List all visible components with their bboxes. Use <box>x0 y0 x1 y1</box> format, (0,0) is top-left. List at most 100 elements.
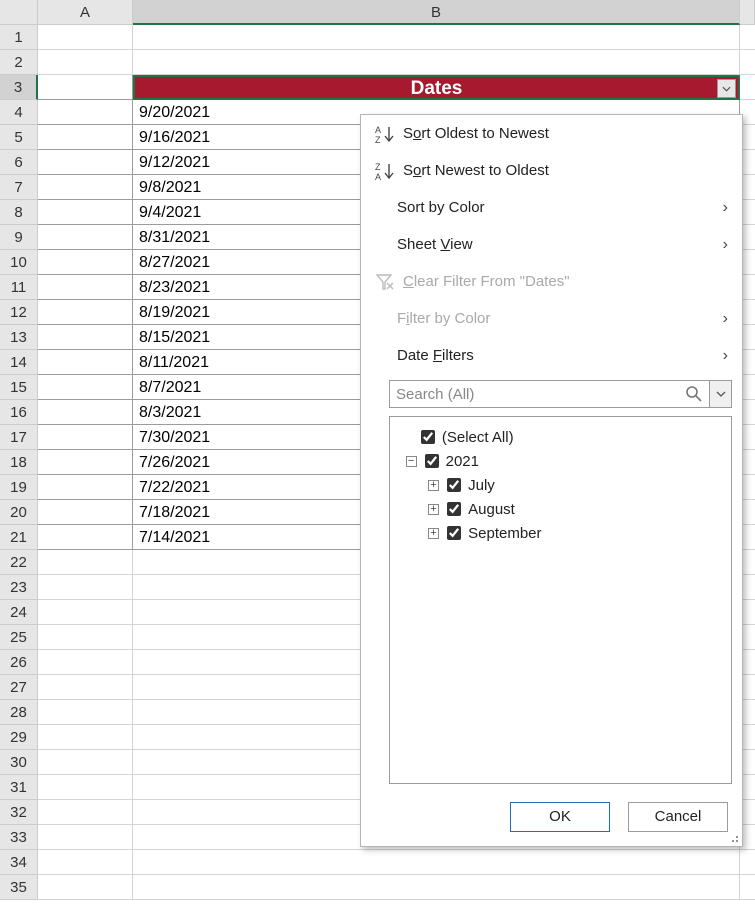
row-header-10[interactable]: 10 <box>0 250 38 275</box>
row-header-28[interactable]: 28 <box>0 700 38 725</box>
resize-grip-icon[interactable] <box>729 833 739 843</box>
cell-A25[interactable] <box>38 625 133 650</box>
month-checkbox[interactable] <box>447 478 461 492</box>
cell-B2[interactable] <box>133 50 740 75</box>
cell-A12[interactable] <box>38 300 133 325</box>
cell-A15[interactable] <box>38 375 133 400</box>
filter-values-tree[interactable]: (Select All) − 2021 +July +August +Septe… <box>389 416 732 784</box>
filter-search-input[interactable]: Search (All) <box>389 380 710 408</box>
expand-icon[interactable]: + <box>428 504 439 515</box>
cell-A24[interactable] <box>38 600 133 625</box>
cell-A3[interactable] <box>38 75 133 100</box>
cell-A32[interactable] <box>38 800 133 825</box>
date-filters[interactable]: Date Filters › <box>361 337 742 374</box>
cell-A19[interactable] <box>38 475 133 500</box>
expand-icon[interactable]: + <box>428 528 439 539</box>
cell-A33[interactable] <box>38 825 133 850</box>
cell-A21[interactable] <box>38 525 133 550</box>
tree-month-september[interactable]: +September <box>396 521 725 545</box>
sort-newest-to-oldest[interactable]: Z A Sort Newest to Oldest <box>361 152 742 189</box>
row-header-26[interactable]: 26 <box>0 650 38 675</box>
col-header-B[interactable]: B <box>133 0 740 25</box>
select-all-checkbox[interactable] <box>421 430 435 444</box>
cell-B34[interactable] <box>133 850 740 875</box>
row-header-2[interactable]: 2 <box>0 50 38 75</box>
select-all-corner[interactable] <box>0 0 38 25</box>
tree-month-july[interactable]: +July <box>396 473 725 497</box>
cell-A17[interactable] <box>38 425 133 450</box>
year-checkbox[interactable] <box>425 454 439 468</box>
cell-A35[interactable] <box>38 875 133 900</box>
row-header-20[interactable]: 20 <box>0 500 38 525</box>
cell-A27[interactable] <box>38 675 133 700</box>
sort-by-color[interactable]: Sort by Color › <box>361 189 742 226</box>
tree-month-august[interactable]: +August <box>396 497 725 521</box>
row-header-11[interactable]: 11 <box>0 275 38 300</box>
cell-A26[interactable] <box>38 650 133 675</box>
cell-A28[interactable] <box>38 700 133 725</box>
cell-A23[interactable] <box>38 575 133 600</box>
row-header-19[interactable]: 19 <box>0 475 38 500</box>
row-header-9[interactable]: 9 <box>0 225 38 250</box>
cell-A20[interactable] <box>38 500 133 525</box>
row-header-16[interactable]: 16 <box>0 400 38 425</box>
month-checkbox[interactable] <box>447 526 461 540</box>
row-header-34[interactable]: 34 <box>0 850 38 875</box>
cell-A13[interactable] <box>38 325 133 350</box>
cell-A7[interactable] <box>38 175 133 200</box>
row-header-8[interactable]: 8 <box>0 200 38 225</box>
cell-A30[interactable] <box>38 750 133 775</box>
row-header-33[interactable]: 33 <box>0 825 38 850</box>
sheet-view[interactable]: Sheet View › <box>361 226 742 263</box>
row-header-5[interactable]: 5 <box>0 125 38 150</box>
cell-A16[interactable] <box>38 400 133 425</box>
row-header-18[interactable]: 18 <box>0 450 38 475</box>
cell-B1[interactable] <box>133 25 740 50</box>
row-header-21[interactable]: 21 <box>0 525 38 550</box>
cell-A1[interactable] <box>38 25 133 50</box>
row-header-25[interactable]: 25 <box>0 625 38 650</box>
col-header-A[interactable]: A <box>38 0 133 25</box>
cell-A5[interactable] <box>38 125 133 150</box>
cell-A9[interactable] <box>38 225 133 250</box>
tree-select-all[interactable]: (Select All) <box>396 425 725 449</box>
row-header-3[interactable]: 3 <box>0 75 38 100</box>
row-header-17[interactable]: 17 <box>0 425 38 450</box>
cell-A11[interactable] <box>38 275 133 300</box>
sort-oldest-to-newest[interactable]: A Z Sort Oldest to Newest <box>361 115 742 152</box>
cell-A4[interactable] <box>38 100 133 125</box>
row-header-1[interactable]: 1 <box>0 25 38 50</box>
cancel-button[interactable]: Cancel <box>628 802 728 832</box>
row-header-13[interactable]: 13 <box>0 325 38 350</box>
row-header-22[interactable]: 22 <box>0 550 38 575</box>
cell-A6[interactable] <box>38 150 133 175</box>
row-header-35[interactable]: 35 <box>0 875 38 900</box>
row-header-4[interactable]: 4 <box>0 100 38 125</box>
cell-B35[interactable] <box>133 875 740 900</box>
cell-A2[interactable] <box>38 50 133 75</box>
cell-A18[interactable] <box>38 450 133 475</box>
row-header-23[interactable]: 23 <box>0 575 38 600</box>
row-header-15[interactable]: 15 <box>0 375 38 400</box>
cell-A31[interactable] <box>38 775 133 800</box>
row-header-32[interactable]: 32 <box>0 800 38 825</box>
filter-dropdown-button[interactable] <box>717 79 736 98</box>
month-checkbox[interactable] <box>447 502 461 516</box>
tree-year-2021[interactable]: − 2021 <box>396 449 725 473</box>
row-header-27[interactable]: 27 <box>0 675 38 700</box>
row-header-24[interactable]: 24 <box>0 600 38 625</box>
expand-icon[interactable]: + <box>428 480 439 491</box>
row-header-7[interactable]: 7 <box>0 175 38 200</box>
cell-A22[interactable] <box>38 550 133 575</box>
row-header-29[interactable]: 29 <box>0 725 38 750</box>
cell-A8[interactable] <box>38 200 133 225</box>
row-header-30[interactable]: 30 <box>0 750 38 775</box>
row-header-12[interactable]: 12 <box>0 300 38 325</box>
search-scope-dropdown[interactable] <box>710 380 732 408</box>
row-header-14[interactable]: 14 <box>0 350 38 375</box>
cell-A10[interactable] <box>38 250 133 275</box>
cell-A14[interactable] <box>38 350 133 375</box>
row-header-31[interactable]: 31 <box>0 775 38 800</box>
ok-button[interactable]: OK <box>510 802 610 832</box>
cell-B3[interactable]: Dates <box>133 75 740 100</box>
